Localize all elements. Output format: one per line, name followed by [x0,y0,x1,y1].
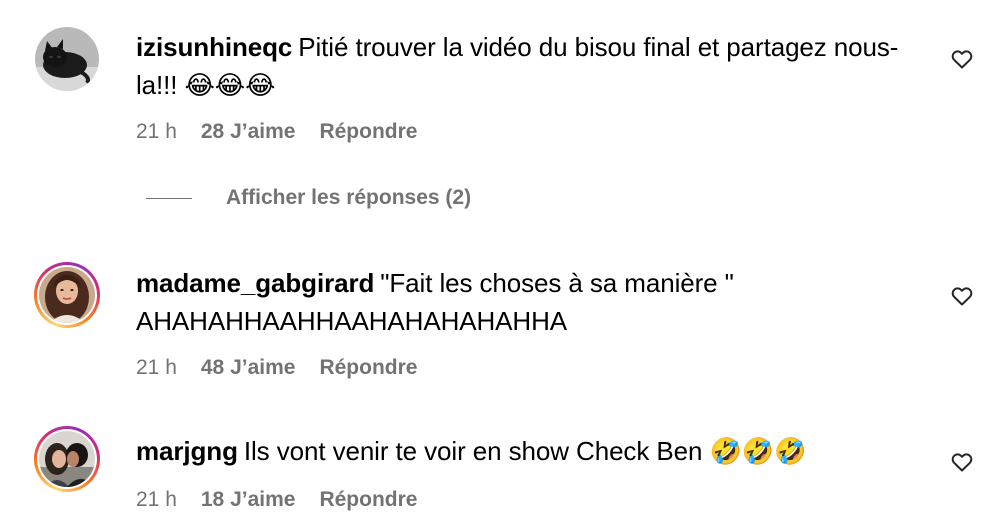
comment-username[interactable]: madame_gabgirard [136,268,374,298]
comment-meta: 21 h 48 J’aime Répondre [136,356,417,380]
heart-icon[interactable] [950,47,974,71]
heart-icon[interactable] [950,284,974,308]
comment-meta: 21 h 18 J’aime Répondre [136,488,417,512]
view-replies-button[interactable]: Afficher les réponses (2) [146,186,471,210]
comment-meta: 21 h 28 J’aime Répondre [136,120,417,144]
couple-kiss-avatar-icon [39,431,95,487]
avatar[interactable] [34,26,100,92]
comment-body: madame_gabgirard "Fait les choses à sa ma… [136,264,926,340]
comment-likes-count[interactable]: 18 J’aime [201,488,296,512]
avatar[interactable] [34,262,100,328]
heart-icon[interactable] [950,450,974,474]
comment-likes-count[interactable]: 48 J’aime [201,356,296,380]
comment-body: marjgng Ils vont venir te voir en show Ch… [136,432,926,470]
comment-body: izisunhineqc Pitié trouver la vidéo du bi… [136,28,926,104]
comment-text: Ils vont venir te voir en show Check Ben… [243,436,807,466]
comment-timestamp[interactable]: 21 h [136,356,177,380]
black-cat-avatar-icon [35,27,99,91]
comment-username[interactable]: marjgng [136,436,238,466]
view-replies-label: Afficher les réponses (2) [226,186,472,209]
avatar[interactable] [34,426,100,492]
comment-likes-count[interactable]: 28 J’aime [201,120,296,144]
comment-timestamp[interactable]: 21 h [136,120,177,144]
woman-portrait-avatar-icon [39,267,95,323]
replies-divider-line [146,197,192,199]
reply-button[interactable]: Répondre [319,356,417,380]
comment-username[interactable]: izisunhineqc [136,32,292,62]
reply-button[interactable]: Répondre [319,120,417,144]
comment-timestamp[interactable]: 21 h [136,488,177,512]
comment-item: izisunhineqc Pitié trouver la vidéo du bi… [0,0,996,160]
reply-button[interactable]: Répondre [319,488,417,512]
avatar-story-ring-gap [37,429,97,489]
comment-item: madame_gabgirard "Fait les choses à sa ma… [0,250,996,400]
avatar-story-ring-gap [37,265,97,325]
comment-item: marjgng Ils vont venir te voir en show Ch… [0,418,996,530]
